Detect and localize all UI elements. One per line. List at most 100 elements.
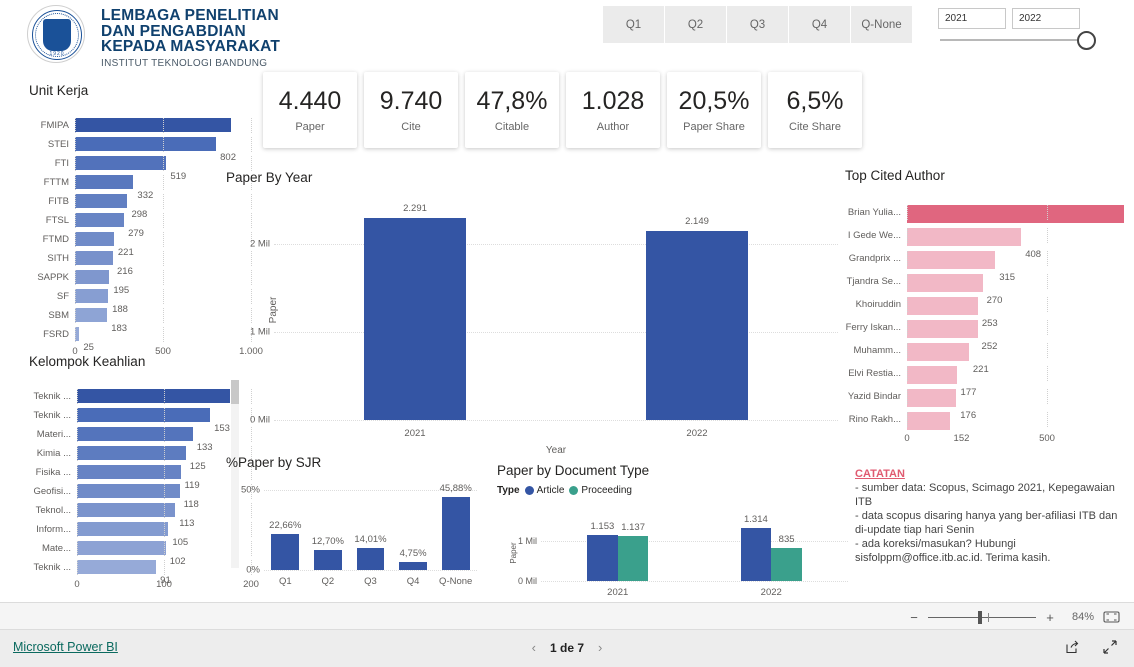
- bar-fill[interactable]: [75, 270, 110, 284]
- bar-row[interactable]: Teknik ... 91: [29, 558, 252, 586]
- bar-fill[interactable]: [907, 366, 957, 384]
- bar-column-proceeding[interactable]: [617, 535, 649, 581]
- year-slider-handle[interactable]: [1077, 31, 1096, 50]
- legend-item-proceeding[interactable]: Proceeding: [569, 485, 632, 496]
- bar-column[interactable]: [314, 549, 342, 570]
- fit-to-page-icon[interactable]: [1103, 610, 1120, 624]
- year-from-input[interactable]: [938, 8, 1006, 29]
- zoom-slider-thumb[interactable]: [978, 610, 982, 624]
- bar-fill[interactable]: [77, 522, 169, 536]
- bar-fill[interactable]: [907, 297, 978, 315]
- bar-row[interactable]: Inform... 105: [29, 520, 252, 548]
- bar-row[interactable]: FITB 298: [29, 192, 252, 220]
- bar-fill[interactable]: [77, 427, 193, 441]
- bar-fill[interactable]: [907, 343, 969, 361]
- bar-row[interactable]: Khoiruddin 253: [845, 293, 1131, 329]
- bar-row[interactable]: FTTM 332: [29, 173, 252, 201]
- bar-row[interactable]: FMIPA 889: [29, 116, 252, 144]
- bar-row[interactable]: I Gede We... 408: [845, 224, 1131, 260]
- bar-fill[interactable]: [907, 389, 957, 407]
- quartile-button-q3[interactable]: Q3: [727, 6, 788, 43]
- zoom-in-button[interactable]: +: [1045, 610, 1055, 625]
- powerbi-brand-link[interactable]: Microsoft Power BI: [13, 640, 118, 654]
- legend-item-article[interactable]: Article: [524, 485, 564, 496]
- year-slider-track[interactable]: [940, 39, 1090, 41]
- bar-row[interactable]: Materi... 133: [29, 425, 252, 453]
- visual-percent-paper-by-sjr[interactable]: %Paper by SJR 0% 50% 22,66% Q1 12,70% Q2 14,01…: [226, 455, 481, 600]
- quartile-button-q4[interactable]: Q4: [789, 6, 850, 43]
- bar-fill[interactable]: [77, 389, 231, 403]
- zoom-slider-track[interactable]: [928, 610, 1036, 624]
- quartile-button-q-none[interactable]: Q-None: [851, 6, 912, 43]
- bar-row[interactable]: Yazid Bindar 176: [845, 385, 1131, 421]
- bar-row[interactable]: SAPPK 195: [29, 268, 252, 296]
- year-range-slicer[interactable]: [938, 8, 1098, 50]
- bar-row[interactable]: FSRD 25: [29, 325, 252, 353]
- bar-row[interactable]: Grandprix ... 315: [845, 247, 1131, 283]
- bar-fill[interactable]: [907, 320, 978, 338]
- bar-fill[interactable]: [907, 228, 1022, 246]
- bar-row[interactable]: Fisika ... 119: [29, 463, 252, 491]
- bar-fill[interactable]: [77, 560, 157, 574]
- bar-row[interactable]: STEI 802: [29, 135, 252, 163]
- visual-paper-by-document-type[interactable]: Paper by Document Type Type Article Proc…: [497, 463, 852, 603]
- bar-fill[interactable]: [907, 205, 1125, 223]
- bar-row[interactable]: FTSL 279: [29, 211, 252, 239]
- bar-fill[interactable]: [77, 541, 166, 555]
- bar-fill[interactable]: [907, 274, 983, 292]
- kpi-card-author[interactable]: 1.028 Author: [566, 72, 660, 148]
- bar-fill[interactable]: [75, 118, 232, 132]
- bar-fill[interactable]: [75, 137, 217, 151]
- bar-row[interactable]: Rino Rakh... 152: [845, 408, 1131, 444]
- bar-column[interactable]: [356, 547, 385, 570]
- bar-row[interactable]: FTI 519: [29, 154, 252, 182]
- bar-fill[interactable]: [75, 156, 167, 170]
- bar-row[interactable]: Elvi Restia... 177: [845, 362, 1131, 398]
- bar-row[interactable]: SF 188: [29, 287, 252, 315]
- bar-fill[interactable]: [77, 408, 211, 422]
- bar-column[interactable]: [271, 533, 300, 570]
- bar-fill[interactable]: [77, 446, 186, 460]
- bar-fill[interactable]: [75, 251, 114, 265]
- bar-column[interactable]: [646, 230, 748, 420]
- share-icon[interactable]: [1064, 639, 1080, 655]
- visual-top-cited-author[interactable]: Top Cited Author Brian Yulia... 776 I Gede…: [845, 168, 1131, 458]
- bar-row[interactable]: SITH 216: [29, 249, 252, 277]
- quartile-slicer[interactable]: Q1 Q2 Q3 Q4 Q-None: [603, 6, 912, 43]
- bar-fill[interactable]: [907, 251, 996, 269]
- bar-row[interactable]: Teknik ... 176: [29, 387, 252, 415]
- year-to-input[interactable]: [1012, 8, 1080, 29]
- bar-row[interactable]: Tjandra Se... 270: [845, 270, 1131, 306]
- quartile-button-q1[interactable]: Q1: [603, 6, 664, 43]
- bar-fill[interactable]: [75, 175, 134, 189]
- bar-row[interactable]: Muhamm... 221: [845, 339, 1131, 375]
- next-page-button[interactable]: ›: [598, 640, 602, 655]
- bar-row[interactable]: Brian Yulia... 776: [845, 201, 1131, 237]
- bar-column[interactable]: [441, 496, 470, 570]
- bar-column[interactable]: [399, 562, 427, 570]
- bar-fill[interactable]: [77, 503, 176, 517]
- bar-column-article[interactable]: [740, 528, 772, 581]
- zoom-out-button[interactable]: −: [909, 610, 919, 625]
- kpi-card-paper[interactable]: 4.440 Paper: [263, 72, 357, 148]
- bar-fill[interactable]: [75, 213, 125, 227]
- bar-row[interactable]: Teknik ... 153: [29, 406, 252, 434]
- bar-fill[interactable]: [75, 308, 108, 322]
- bar-row[interactable]: SBM 183: [29, 306, 252, 334]
- kpi-card-paper-share[interactable]: 20,5% Paper Share: [667, 72, 761, 148]
- previous-page-button[interactable]: ‹: [532, 640, 536, 655]
- bar-row[interactable]: Teknol... 113: [29, 501, 252, 529]
- visual-paper-by-year[interactable]: Paper By Year Paper Year 0 Mil 1 Mil 2 Mil…: [226, 170, 844, 460]
- bar-row[interactable]: FTMD 221: [29, 230, 252, 258]
- fullscreen-icon[interactable]: [1102, 639, 1118, 655]
- kpi-card-citable[interactable]: 47,8% Citable: [465, 72, 559, 148]
- bar-column-proceeding[interactable]: [771, 547, 802, 581]
- bar-fill[interactable]: [75, 289, 109, 303]
- bar-row[interactable]: Ferry Iskan... 252: [845, 316, 1131, 352]
- bar-fill[interactable]: [907, 412, 950, 430]
- visual-unit-kerja[interactable]: Unit Kerja FMIPA 889 STEI 802 FTI 519 FTTM 332 F…: [29, 83, 263, 357]
- bar-row[interactable]: Mate... 102: [29, 539, 252, 567]
- kpi-card-cite[interactable]: 9.740 Cite: [364, 72, 458, 148]
- bar-row[interactable]: Geofisi... 118: [29, 482, 252, 510]
- bar-fill[interactable]: [75, 232, 114, 246]
